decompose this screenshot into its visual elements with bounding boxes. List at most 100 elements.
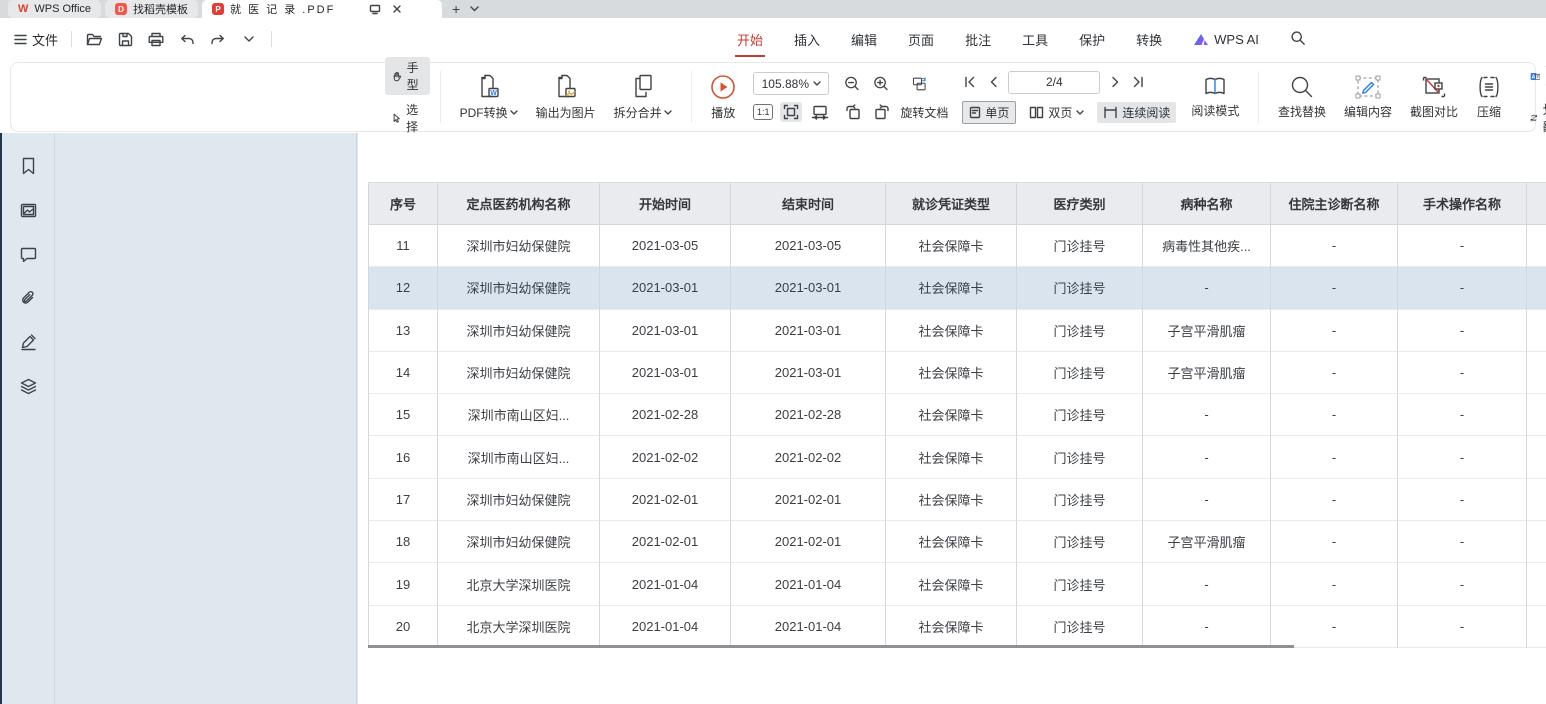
zoom-in-icon[interactable] bbox=[873, 76, 889, 92]
menu-home[interactable]: 开始 bbox=[737, 30, 763, 49]
table-cell: 2021-02-01 bbox=[731, 521, 886, 563]
table-row[interactable]: 19北京大学深圳医院2021-01-042021-01-04社会保障卡门诊挂号-… bbox=[368, 563, 1546, 605]
rotate-left-icon[interactable] bbox=[842, 102, 864, 122]
menu-insert[interactable]: 插入 bbox=[794, 30, 820, 49]
column-header: 序号 bbox=[368, 182, 438, 225]
table-row[interactable]: 11深圳市妇幼保健院2021-03-052021-03-05社会保障卡门诊挂号病… bbox=[368, 225, 1546, 267]
menu-convert[interactable]: 转换 bbox=[1136, 30, 1162, 49]
menu-edit[interactable]: 编辑 bbox=[851, 30, 877, 49]
undo-icon[interactable] bbox=[178, 30, 196, 48]
actual-size-label: 1:1 bbox=[757, 107, 770, 117]
menu-page[interactable]: 页面 bbox=[908, 30, 934, 49]
svg-text:W: W bbox=[490, 90, 497, 97]
table-cell: 11 bbox=[368, 225, 438, 267]
screenshot-compare-button[interactable]: 截图对比 bbox=[1401, 75, 1467, 120]
table-row[interactable]: 12深圳市妇幼保健院2021-03-012021-03-01社会保障卡门诊挂号-… bbox=[368, 267, 1546, 309]
column-header: 医疗类别 bbox=[1017, 182, 1143, 225]
table-row[interactable]: 14深圳市妇幼保健院2021-03-012021-03-01社会保障卡门诊挂号子… bbox=[368, 352, 1546, 394]
table-row[interactable]: 15深圳市南山区妇...2021-02-282021-02-28社会保障卡门诊挂… bbox=[368, 394, 1546, 436]
continuous-read-button[interactable]: 连续阅读 bbox=[1097, 102, 1176, 123]
search-icon[interactable] bbox=[1290, 30, 1308, 48]
file-menu-label: 文件 bbox=[32, 30, 58, 49]
attachment-icon[interactable] bbox=[17, 287, 39, 309]
hand-tool-button[interactable]: 手型 bbox=[385, 57, 430, 95]
table-cell: - bbox=[1398, 479, 1527, 521]
tab-list-chevron-icon[interactable] bbox=[466, 0, 482, 18]
menu-tools[interactable]: 工具 bbox=[1022, 30, 1048, 49]
open-folder-icon[interactable] bbox=[85, 30, 103, 48]
table-cell: - bbox=[1398, 394, 1527, 436]
table-cell: - bbox=[1398, 225, 1527, 267]
table-cell: 门诊挂号 bbox=[1017, 606, 1143, 648]
split-merge-label: 拆分合并 bbox=[614, 104, 662, 121]
table-row[interactable]: 17深圳市妇幼保健院2021-02-012021-02-01社会保障卡门诊挂号-… bbox=[368, 479, 1546, 521]
last-page-icon[interactable] bbox=[1130, 74, 1146, 90]
rotate-pages-icon[interactable] bbox=[912, 76, 928, 92]
table-cell: 门诊挂号 bbox=[1017, 225, 1143, 267]
pdf-convert-icon: W bbox=[477, 74, 501, 100]
play-button[interactable]: 播放 bbox=[701, 74, 745, 121]
table-cell: 19 bbox=[368, 563, 438, 605]
table-cell: - bbox=[1398, 436, 1527, 478]
layers-icon[interactable] bbox=[17, 375, 39, 397]
detach-window-icon[interactable] bbox=[367, 1, 383, 17]
next-page-icon[interactable] bbox=[1107, 74, 1123, 90]
table-cell: 门诊挂号 bbox=[1017, 352, 1143, 394]
wps-ai-button[interactable]: WPS AI bbox=[1193, 32, 1259, 47]
tab-wps-office[interactable]: W WPS Office bbox=[8, 0, 101, 18]
close-tab-icon[interactable] bbox=[389, 1, 405, 17]
find-replace-button[interactable]: 查找替换 bbox=[1269, 75, 1335, 120]
tab-document[interactable]: P 就 医 记 录 .PDF bbox=[202, 0, 442, 18]
table-row[interactable]: 13深圳市妇幼保健院2021-03-012021-03-01社会保障卡门诊挂号子… bbox=[368, 310, 1546, 352]
zoom-value: 105.88% bbox=[762, 77, 809, 91]
wps-ai-label: WPS AI bbox=[1214, 32, 1259, 47]
table-cell: - bbox=[1143, 436, 1271, 478]
table-cell: 北京大学深圳医院 bbox=[438, 563, 600, 605]
fit-page-icon[interactable] bbox=[780, 102, 802, 122]
actual-size-button[interactable]: 1:1 bbox=[753, 104, 773, 120]
select-tool-button[interactable]: 选择 bbox=[385, 99, 430, 137]
single-page-button[interactable]: 单页 bbox=[962, 101, 1016, 124]
pdf-convert-label: PDF转换 bbox=[460, 104, 508, 121]
toolbar-panel: 手型 选择 W PDF转换 输出为图片 拆分合并 bbox=[10, 62, 1536, 132]
double-page-button[interactable]: 双页 bbox=[1023, 102, 1090, 123]
more-tools-chevron-icon[interactable] bbox=[240, 30, 258, 48]
menu-annotate[interactable]: 批注 bbox=[965, 30, 991, 49]
table-cell: 门诊挂号 bbox=[1017, 394, 1143, 436]
fit-width-icon[interactable] bbox=[809, 102, 831, 122]
menu-protect[interactable]: 保护 bbox=[1079, 30, 1105, 49]
table-row[interactable]: 20北京大学深圳医院2021-01-042021-01-04社会保障卡门诊挂号-… bbox=[368, 606, 1546, 648]
zoom-out-icon[interactable] bbox=[844, 76, 860, 92]
bookmark-icon[interactable] bbox=[17, 155, 39, 177]
thumbnail-icon[interactable] bbox=[17, 199, 39, 221]
export-image-button[interactable]: 输出为图片 bbox=[527, 74, 605, 121]
save-icon[interactable] bbox=[116, 30, 134, 48]
signature-icon[interactable] bbox=[17, 331, 39, 353]
edit-content-button[interactable]: 编辑内容 bbox=[1335, 75, 1401, 120]
page-indicator-field[interactable]: 2/4 bbox=[1008, 71, 1100, 94]
first-page-icon[interactable] bbox=[962, 74, 978, 90]
play-icon bbox=[710, 74, 736, 100]
zoom-level-field[interactable]: 105.88% bbox=[753, 72, 829, 95]
redo-icon[interactable] bbox=[209, 30, 227, 48]
rotate-right-icon[interactable] bbox=[871, 102, 893, 122]
table-cell: 病毒性其他疾... bbox=[1143, 225, 1271, 267]
page-indicator-value: 2/4 bbox=[1046, 75, 1063, 89]
print-icon[interactable] bbox=[147, 30, 165, 48]
document-title: 就 医 记 录 .PDF bbox=[230, 1, 335, 17]
prev-page-icon[interactable] bbox=[985, 74, 1001, 90]
read-mode-button[interactable]: 阅读模式 bbox=[1182, 76, 1248, 119]
rotate-doc-label[interactable]: 旋转文档 bbox=[900, 104, 948, 121]
full-translate-button[interactable]: A 全文翻译 bbox=[1523, 57, 1546, 95]
table-row[interactable]: 16深圳市南山区妇...2021-02-022021-02-02社会保障卡门诊挂… bbox=[368, 436, 1546, 478]
file-menu-button[interactable]: 文件 bbox=[14, 30, 58, 49]
pdf-convert-button[interactable]: W PDF转换 bbox=[451, 74, 527, 121]
table-cell: 12 bbox=[368, 267, 438, 309]
word-translate-button[interactable]: 文 划词翻译 bbox=[1523, 99, 1546, 137]
compress-button[interactable]: 压缩 bbox=[1467, 75, 1511, 120]
tab-docer-templates[interactable]: D 找稻壳模板 bbox=[105, 0, 198, 18]
table-row[interactable]: 18深圳市妇幼保健院2021-02-012021-02-01社会保障卡门诊挂号子… bbox=[368, 521, 1546, 563]
new-tab-button[interactable]: + bbox=[446, 0, 466, 18]
comment-icon[interactable] bbox=[17, 243, 39, 265]
split-merge-button[interactable]: 拆分合并 bbox=[605, 74, 681, 121]
